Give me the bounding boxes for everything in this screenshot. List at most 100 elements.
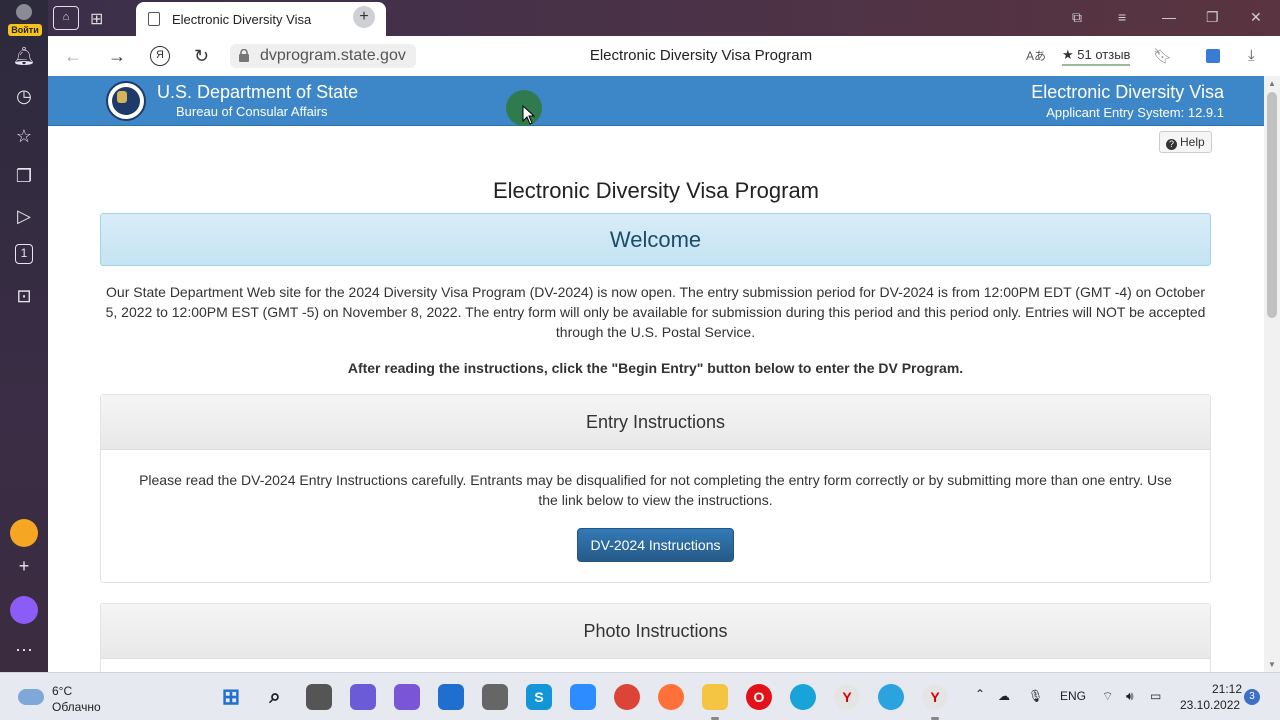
eagle-icon xyxy=(117,91,127,103)
volume-icon[interactable]: 🔊︎ xyxy=(1126,689,1134,704)
home-tab-icon[interactable]: ⌂ xyxy=(53,6,79,30)
bureau-name: Bureau of Consular Affairs xyxy=(176,104,328,119)
tab-strip: ⌂ ⊞ Electronic Diversity Visa × + ⧉ ≡ — … xyxy=(48,0,1280,36)
page-title: Electronic Diversity Visa Program xyxy=(492,178,820,203)
battery-icon[interactable]: ▭ xyxy=(1150,689,1161,703)
lock-icon xyxy=(239,49,249,62)
login-label: Войти xyxy=(8,24,42,36)
tray-overflow-icon[interactable]: ⌃ xyxy=(975,687,985,701)
cloud-icon xyxy=(18,689,44,705)
intro-paragraph: Our State Department Web site for the 20… xyxy=(105,284,1206,340)
scroll-up-icon[interactable]: ▲ xyxy=(1268,79,1276,88)
mail-app-icon[interactable] xyxy=(10,519,38,547)
tab-group-icon[interactable]: ⊞ xyxy=(90,9,103,29)
screenshot-icon[interactable]: ⊡ xyxy=(12,284,36,308)
scroll-thumb[interactable] xyxy=(1267,92,1277,318)
mouse-cursor-icon xyxy=(522,105,536,125)
close-window-icon[interactable]: ✕ xyxy=(1250,9,1262,26)
restore-icon[interactable]: ❐ xyxy=(1206,9,1219,26)
clipchamp-icon[interactable] xyxy=(394,684,420,710)
welcome-banner: Welcome xyxy=(100,213,1211,266)
camera-icon[interactable] xyxy=(482,684,508,710)
mail-icon[interactable] xyxy=(438,684,464,710)
reviews-link[interactable]: ★ 51 отзыв xyxy=(1062,47,1131,66)
entry-instructions-text: Please read the DV-2024 Entry Instructio… xyxy=(139,472,1172,508)
login-button[interactable]: Войти xyxy=(6,4,42,36)
entry-instructions-panel: Entry Instructions Please read the DV-20… xyxy=(100,394,1211,583)
clock-date[interactable]: 23.10.2022 xyxy=(1180,698,1240,712)
system-version: Applicant Entry System: 12.9.1 xyxy=(1046,105,1224,120)
photo-instructions-text: Before beginning the entry process, veri… xyxy=(101,659,1210,672)
avatar-icon xyxy=(16,4,32,20)
site-header: U.S. Department of State Bureau of Consu… xyxy=(48,76,1264,126)
address-bar: ← → Я ↻ dvprogram.state.gov Electronic D… xyxy=(48,36,1280,76)
entry-instructions-body: Please read the DV-2024 Entry Instructio… xyxy=(101,450,1210,582)
browser-sidebar: Войти 🔔︎ ◷ ☆ ❐ ▷ 1 ⊡ + ⋯ xyxy=(0,0,48,672)
firefox-icon[interactable] xyxy=(658,684,684,710)
star-icon[interactable]: ☆ xyxy=(12,124,36,148)
yandex-browser-icon[interactable]: Y xyxy=(834,684,860,710)
search-icon[interactable]: ⌕ xyxy=(262,684,288,710)
download-icon[interactable]: ⤓ xyxy=(1248,47,1255,64)
minimize-icon[interactable]: — xyxy=(1162,9,1176,25)
photo-instructions-panel: Photo Instructions Before beginning the … xyxy=(100,603,1211,672)
language-indicator[interactable]: ENG xyxy=(1060,689,1086,703)
bell-icon[interactable]: 🔔︎ xyxy=(12,44,36,68)
begin-entry-instruction: After reading the instructions, click th… xyxy=(347,360,964,376)
chrome-icon[interactable] xyxy=(614,684,640,710)
telegram-icon[interactable] xyxy=(878,684,904,710)
microphone-icon[interactable]: 🎙︎ xyxy=(1028,689,1043,703)
play-icon[interactable]: ▷ xyxy=(12,204,36,228)
reload-icon[interactable]: ↻ xyxy=(194,46,209,67)
clock-time[interactable]: 21:12 xyxy=(1212,682,1242,696)
page-icon xyxy=(148,12,160,26)
new-tab-button[interactable]: + xyxy=(353,6,375,28)
bookmark-icon[interactable]: 🔖︎ xyxy=(1153,47,1172,65)
extension-icon[interactable] xyxy=(1206,49,1220,63)
translate-icon[interactable]: Aあ xyxy=(1026,47,1046,64)
page-scrollbar[interactable]: ▲ ▼ xyxy=(1264,76,1280,672)
active-tab[interactable]: Electronic Diversity Visa × xyxy=(136,2,386,36)
add-panel-icon[interactable]: + xyxy=(12,554,36,578)
weather-temperature: 6°C xyxy=(52,684,73,698)
skype-icon[interactable]: S xyxy=(526,684,552,710)
file-explorer-icon[interactable] xyxy=(702,684,728,710)
welcome-text: Welcome xyxy=(609,227,702,252)
question-icon: ? xyxy=(1166,139,1177,150)
web-page: U.S. Department of State Bureau of Consu… xyxy=(48,76,1264,672)
windows-taskbar: 6°C Облачно ⊞ ⌕ S O Y Y ⌃ ☁ 🎙︎ ENG ⌔ 🔊︎ … xyxy=(0,672,1280,720)
more-icon[interactable]: ⋯ xyxy=(12,638,36,662)
collections-icon[interactable]: ❐ xyxy=(12,164,36,188)
start-icon[interactable]: ⊞ xyxy=(218,684,244,710)
photo-instructions-title: Photo Instructions xyxy=(101,604,1210,659)
entry-instructions-title: Entry Instructions xyxy=(101,395,1210,450)
help-button[interactable]: ? Help xyxy=(1159,131,1212,153)
zoom-icon[interactable] xyxy=(570,684,596,710)
help-label: Help xyxy=(1180,135,1205,149)
back-icon[interactable]: ← xyxy=(64,46,82,67)
system-name: Electronic Diversity Visa xyxy=(1031,82,1224,102)
tab-title: Electronic Diversity Visa xyxy=(172,12,312,27)
url-text: dvprogram.state.gov xyxy=(260,47,406,64)
tab-counter-icon[interactable]: 1 xyxy=(15,244,33,264)
history-icon[interactable]: ◷ xyxy=(12,84,36,108)
teams-chat-icon[interactable] xyxy=(350,684,376,710)
yandex-icon[interactable]: Я xyxy=(150,46,170,66)
forward-icon[interactable]: → xyxy=(108,46,126,67)
wifi-icon[interactable]: ⌔ xyxy=(1102,689,1113,704)
yandex-browser-active-icon[interactable]: Y xyxy=(922,684,948,710)
notification-badge[interactable]: 3 xyxy=(1244,689,1260,705)
edge-icon[interactable] xyxy=(790,684,816,710)
opera-icon[interactable]: O xyxy=(746,684,772,710)
onedrive-icon[interactable]: ☁ xyxy=(998,689,1010,703)
dv-instructions-button[interactable]: DV-2024 Instructions xyxy=(576,528,735,562)
url-field[interactable]: dvprogram.state.gov xyxy=(230,44,416,68)
scroll-down-icon[interactable]: ▼ xyxy=(1268,660,1276,669)
department-name: U.S. Department of State xyxy=(157,82,359,102)
alice-assistant-icon[interactable] xyxy=(10,596,38,624)
task-view-icon[interactable] xyxy=(306,684,332,710)
bookmarks-panel-icon[interactable]: ⧉ xyxy=(1072,9,1082,26)
state-department-seal xyxy=(106,81,146,121)
weather-condition: Облачно xyxy=(52,700,101,714)
menu-icon[interactable]: ≡ xyxy=(1118,9,1126,25)
